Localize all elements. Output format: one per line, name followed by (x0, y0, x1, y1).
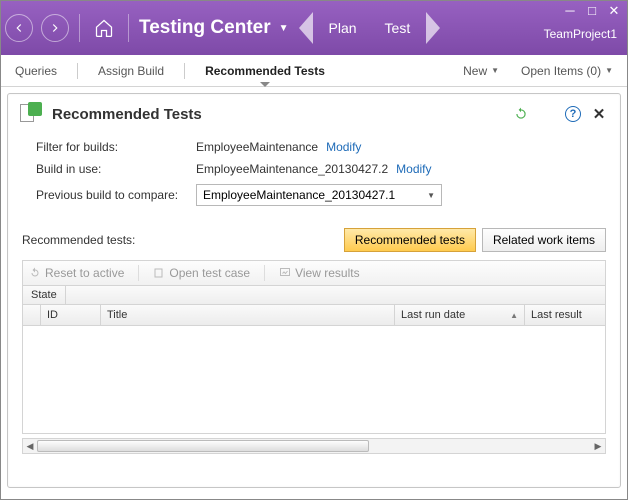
sort-ascending-icon: ▲ (510, 311, 518, 320)
tab-queries[interactable]: Queries (15, 56, 57, 86)
filter-for-builds-label: Filter for builds: (36, 140, 196, 154)
reset-to-active-button[interactable]: Reset to active (29, 266, 124, 280)
open-test-case-label: Open test case (169, 266, 250, 280)
column-handle[interactable] (23, 305, 41, 325)
tab-plan[interactable]: Plan (329, 20, 357, 36)
panel-header: Recommended Tests ? ✕ (8, 94, 620, 134)
tab-divider (77, 63, 78, 79)
menu-new[interactable]: New ▼ (463, 64, 499, 78)
menu-open-items[interactable]: Open Items (0) ▼ (521, 64, 613, 78)
titlebar: ─ □ ✕ Testing Center ▼ Plan Test TeamPro… (1, 1, 627, 55)
filter-area: Filter for builds: EmployeeMaintenance M… (8, 134, 620, 228)
scrollbar-thumb[interactable] (37, 440, 369, 452)
modify-build-link[interactable]: Modify (396, 162, 431, 176)
grid-body (22, 326, 606, 434)
app-title-dropdown-icon[interactable]: ▼ (279, 23, 289, 34)
previous-build-value: EmployeeMaintenance_20130427.1 (203, 188, 395, 202)
menu-open-items-label: Open Items (0) (521, 64, 601, 78)
subtab-bar: Queries Assign Build Recommended Tests N… (1, 55, 627, 87)
chevron-down-icon: ▼ (491, 66, 499, 75)
reset-label: Reset to active (45, 266, 124, 280)
column-id[interactable]: ID (41, 305, 101, 325)
chevron-down-icon: ▼ (605, 66, 613, 75)
window-close-button[interactable]: ✕ (607, 3, 621, 19)
home-button[interactable] (90, 14, 118, 42)
column-title[interactable]: Title (101, 305, 395, 325)
titlebar-divider (128, 14, 129, 42)
panel-close-button[interactable]: ✕ (590, 105, 608, 123)
build-in-use-value: EmployeeMaintenance_20130427.2 (196, 162, 388, 176)
tab-assign-build[interactable]: Assign Build (98, 56, 164, 86)
recommended-tests-button[interactable]: Recommended tests (344, 228, 476, 252)
window-controls: ─ □ ✕ (563, 3, 621, 19)
grid-toolbar: Reset to active Open test case View resu… (22, 260, 606, 285)
tab-divider (184, 63, 185, 79)
help-icon: ? (565, 106, 581, 122)
section-row: Recommended tests: Recommended tests Rel… (8, 228, 620, 260)
maximize-button[interactable]: □ (585, 3, 599, 19)
nav-forward-button[interactable] (41, 14, 69, 42)
recommended-tests-panel: Recommended Tests ? ✕ Filter for builds:… (7, 93, 621, 488)
help-button[interactable]: ? (564, 105, 582, 123)
app-title[interactable]: Testing Center (139, 17, 271, 39)
view-results-button[interactable]: View results (279, 266, 359, 280)
modify-filter-link[interactable]: Modify (326, 140, 361, 154)
toolbar-separator (264, 265, 265, 281)
column-last-result[interactable]: Last result (525, 305, 605, 325)
tab-test[interactable]: Test (385, 20, 411, 36)
filter-for-builds-value: EmployeeMaintenance (196, 140, 318, 154)
grid-header: ID Title Last run date ▲ Last result (22, 305, 606, 326)
scroll-right-arrow[interactable]: ▶ (591, 441, 605, 452)
previous-build-select[interactable]: EmployeeMaintenance_20130427.1 ▼ (196, 184, 442, 206)
previous-build-label: Previous build to compare: (36, 188, 196, 202)
menu-new-label: New (463, 64, 487, 78)
column-last-run-label: Last run date (401, 309, 465, 321)
scroll-left-icon[interactable] (299, 12, 313, 44)
nav-back-button[interactable] (5, 14, 33, 42)
chevron-down-icon: ▼ (427, 191, 435, 200)
toolbar-separator (138, 265, 139, 281)
state-group-row: State (22, 285, 606, 305)
refresh-button[interactable] (512, 105, 530, 123)
view-results-label: View results (295, 266, 359, 280)
panel-title: Recommended Tests (52, 106, 202, 123)
titlebar-divider (79, 14, 80, 42)
related-work-items-button[interactable]: Related work items (482, 228, 606, 252)
scroll-right-icon[interactable] (426, 12, 440, 44)
recommended-tests-icon (20, 102, 44, 126)
team-project-label[interactable]: TeamProject1 (544, 27, 617, 41)
recommended-tests-label: Recommended tests: (22, 233, 135, 247)
scroll-left-arrow[interactable]: ◀ (23, 441, 37, 452)
horizontal-scrollbar[interactable]: ◀ ▶ (22, 438, 606, 454)
build-in-use-label: Build in use: (36, 162, 196, 176)
tab-recommended-tests[interactable]: Recommended Tests (205, 56, 325, 86)
open-test-case-button[interactable]: Open test case (153, 266, 250, 280)
minimize-button[interactable]: ─ (563, 3, 577, 19)
column-last-run-date[interactable]: Last run date ▲ (395, 305, 525, 325)
scrollbar-track[interactable] (37, 439, 591, 453)
state-group-cell[interactable]: State (23, 286, 66, 304)
